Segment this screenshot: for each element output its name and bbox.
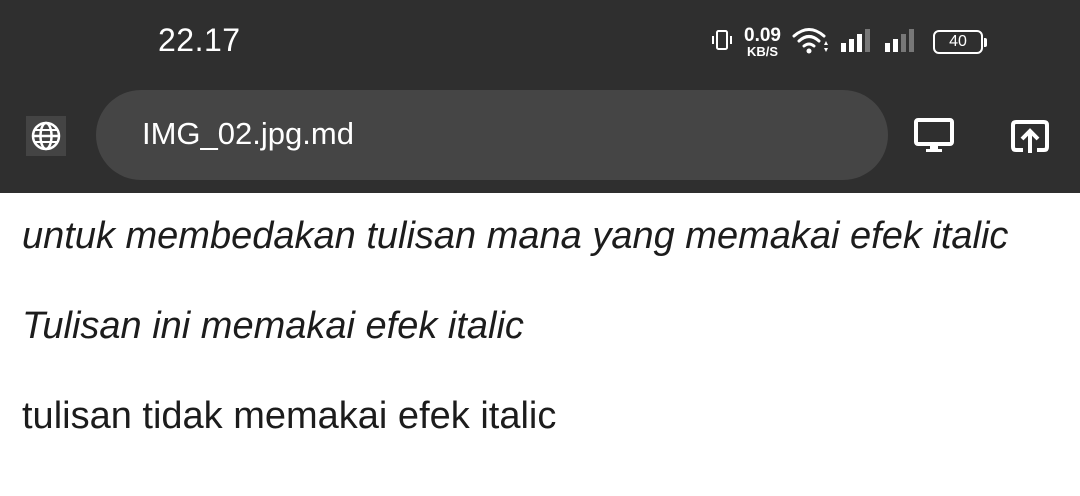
desktop-site-button[interactable] xyxy=(910,114,958,158)
net-speed-value: 0.09 xyxy=(744,25,781,46)
vibrate-icon xyxy=(710,28,734,57)
site-info-button[interactable] xyxy=(26,116,66,156)
paragraph-italic-example: Tulisan ini memakai efek italic xyxy=(22,305,524,347)
globe-icon xyxy=(31,121,61,151)
status-time: 22.17 xyxy=(158,22,241,58)
wifi-icon xyxy=(791,25,831,60)
address-bar[interactable]: IMG_02.jpg.md xyxy=(96,90,888,180)
url-text[interactable]: IMG_02.jpg.md xyxy=(142,116,354,152)
share-icon xyxy=(1011,120,1049,153)
network-speed: 0.09 KB/S xyxy=(744,26,781,58)
net-speed-unit: KB/S xyxy=(746,44,779,59)
battery-icon: 40 xyxy=(932,30,987,54)
paragraph-normal-example: tulisan tidak memakai efek italic xyxy=(22,395,557,437)
signal-sim1-icon xyxy=(839,26,875,59)
browser-top-bar: 22.17 0.09 KB/S 40 IMG_02.jpg.md xyxy=(0,0,1080,193)
desktop-site-icon xyxy=(914,118,954,152)
share-button[interactable] xyxy=(1006,114,1054,158)
document-body: untuk membedakan tulisan mana yang memak… xyxy=(22,212,1062,482)
paragraph-italic-intro: untuk membedakan tulisan mana yang memak… xyxy=(22,215,1009,257)
battery-level: 40 xyxy=(949,33,967,50)
signal-sim2-icon xyxy=(883,26,919,59)
status-icons: 0.09 KB/S 40 xyxy=(710,24,987,60)
